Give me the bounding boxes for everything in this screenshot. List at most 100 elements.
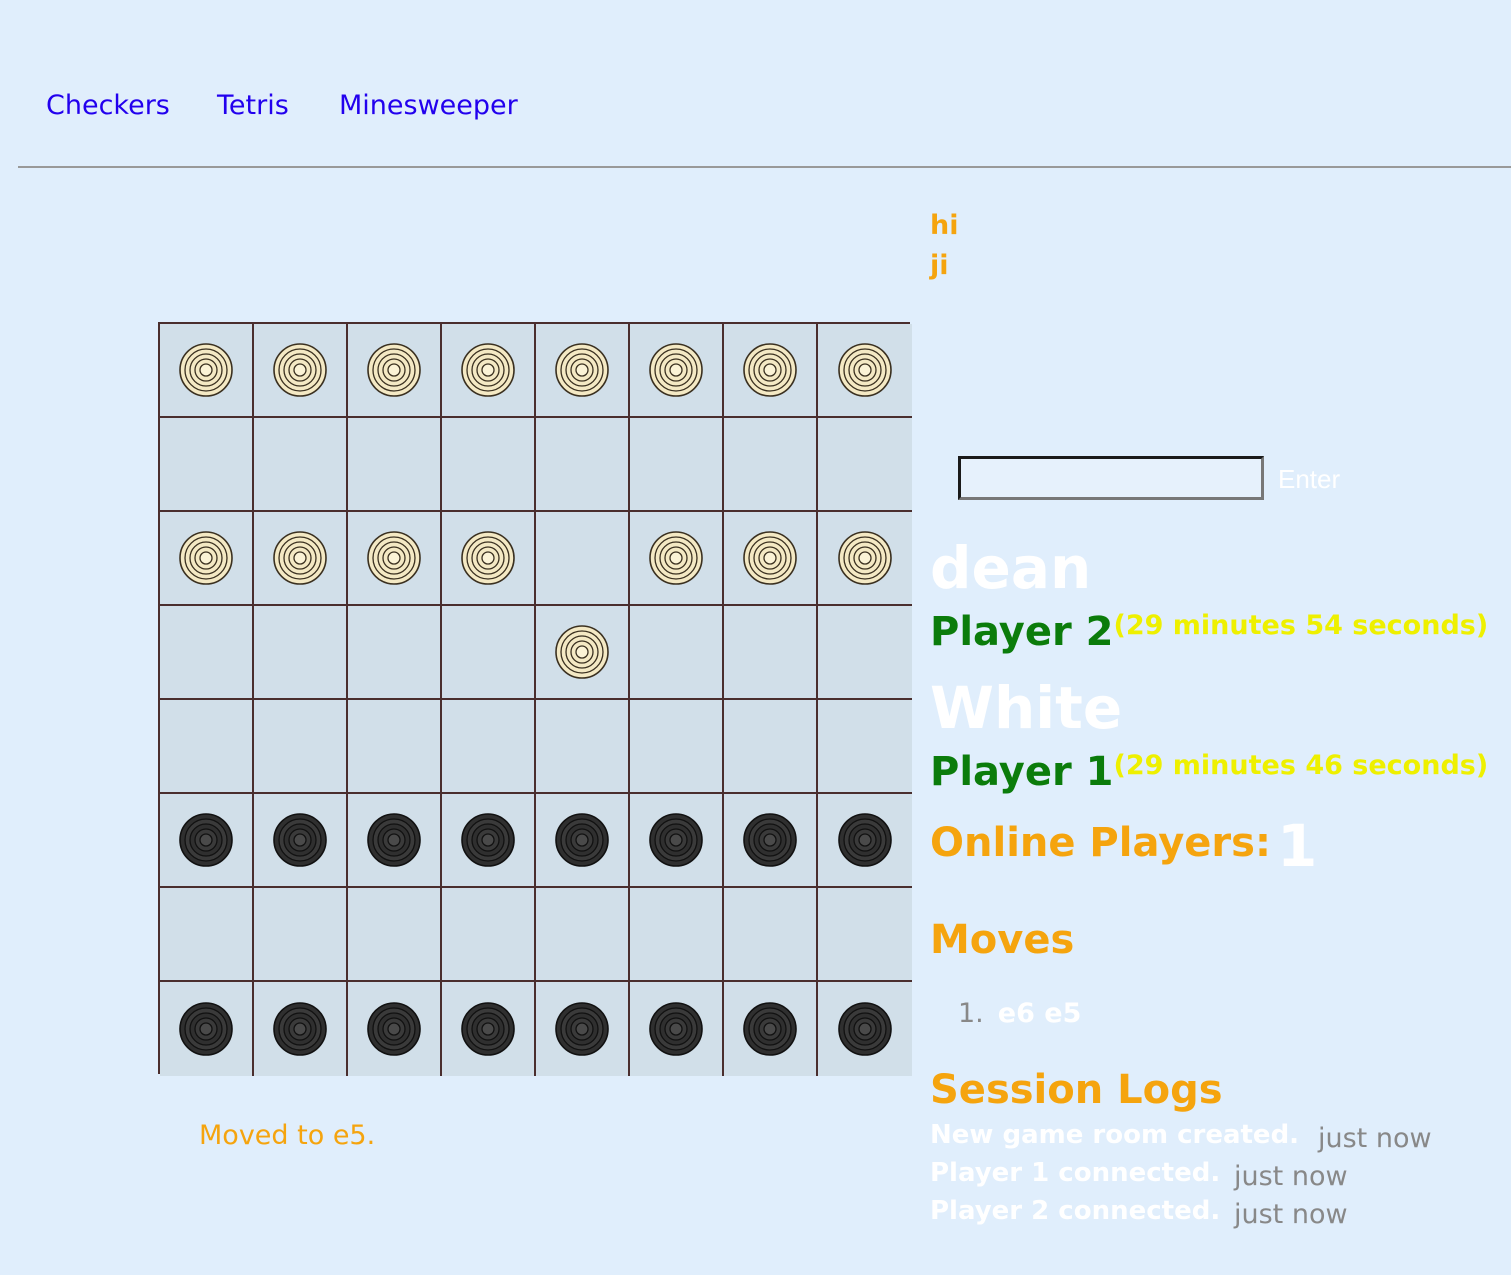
board-square-g6[interactable] (724, 512, 818, 606)
black-piece[interactable] (178, 1001, 234, 1057)
board-square-g3[interactable] (724, 794, 818, 888)
board-square-h3[interactable] (818, 794, 912, 888)
black-piece[interactable] (742, 812, 798, 868)
board-square-e1[interactable] (536, 982, 630, 1076)
board-square-h4[interactable] (818, 700, 912, 794)
white-piece[interactable] (554, 624, 610, 680)
black-piece[interactable] (837, 812, 893, 868)
black-piece[interactable] (460, 812, 516, 868)
board-square-h7[interactable] (818, 418, 912, 512)
board-square-g4[interactable] (724, 700, 818, 794)
board-square-c5[interactable] (348, 606, 442, 700)
board-square-g2[interactable] (724, 888, 818, 982)
board-square-d6[interactable] (442, 512, 536, 606)
black-piece[interactable] (837, 1001, 893, 1057)
black-piece[interactable] (554, 1001, 610, 1057)
board-square-e2[interactable] (536, 888, 630, 982)
black-piece[interactable] (742, 1001, 798, 1057)
board-square-c1[interactable] (348, 982, 442, 1076)
board-square-a3[interactable] (160, 794, 254, 888)
board-square-h1[interactable] (818, 982, 912, 1076)
board-square-a4[interactable] (160, 700, 254, 794)
white-piece[interactable] (648, 530, 704, 586)
enter-button[interactable]: Enter (1278, 462, 1340, 496)
board-square-d7[interactable] (442, 418, 536, 512)
board-square-c8[interactable] (348, 324, 442, 418)
white-piece[interactable] (742, 530, 798, 586)
white-piece[interactable] (837, 530, 893, 586)
board-square-c4[interactable] (348, 700, 442, 794)
white-piece[interactable] (460, 342, 516, 398)
board-square-h5[interactable] (818, 606, 912, 700)
white-piece[interactable] (837, 342, 893, 398)
black-piece[interactable] (366, 812, 422, 868)
black-piece[interactable] (648, 1001, 704, 1057)
board-square-e6[interactable] (536, 512, 630, 606)
board-square-a5[interactable] (160, 606, 254, 700)
nav-link-checkers[interactable]: Checkers (46, 88, 170, 124)
board-square-g5[interactable] (724, 606, 818, 700)
board-square-f8[interactable] (630, 324, 724, 418)
board-square-e3[interactable] (536, 794, 630, 888)
board-square-f2[interactable] (630, 888, 724, 982)
board-square-b2[interactable] (254, 888, 348, 982)
white-piece[interactable] (366, 530, 422, 586)
white-piece[interactable] (366, 342, 422, 398)
board-square-f6[interactable] (630, 512, 724, 606)
white-piece[interactable] (178, 530, 234, 586)
board-square-d2[interactable] (442, 888, 536, 982)
board-square-e8[interactable] (536, 324, 630, 418)
black-piece[interactable] (554, 812, 610, 868)
board-square-c3[interactable] (348, 794, 442, 888)
board-square-b3[interactable] (254, 794, 348, 888)
white-piece[interactable] (178, 342, 234, 398)
board-square-b6[interactable] (254, 512, 348, 606)
board-square-a8[interactable] (160, 324, 254, 418)
white-piece[interactable] (742, 342, 798, 398)
black-piece[interactable] (272, 812, 328, 868)
white-piece[interactable] (272, 342, 328, 398)
board-square-h8[interactable] (818, 324, 912, 418)
black-piece[interactable] (460, 1001, 516, 1057)
board-square-d5[interactable] (442, 606, 536, 700)
board-square-b4[interactable] (254, 700, 348, 794)
board-square-g7[interactable] (724, 418, 818, 512)
board-square-b8[interactable] (254, 324, 348, 418)
board-square-a1[interactable] (160, 982, 254, 1076)
board-square-c2[interactable] (348, 888, 442, 982)
board-square-f4[interactable] (630, 700, 724, 794)
white-piece[interactable] (272, 530, 328, 586)
board-square-b5[interactable] (254, 606, 348, 700)
board-square-d3[interactable] (442, 794, 536, 888)
board-square-e5[interactable] (536, 606, 630, 700)
white-piece[interactable] (460, 530, 516, 586)
board-square-g8[interactable] (724, 324, 818, 418)
white-piece[interactable] (648, 342, 704, 398)
board-square-c7[interactable] (348, 418, 442, 512)
board-square-f1[interactable] (630, 982, 724, 1076)
board-square-h6[interactable] (818, 512, 912, 606)
board-square-f5[interactable] (630, 606, 724, 700)
board-square-b1[interactable] (254, 982, 348, 1076)
board-square-e4[interactable] (536, 700, 630, 794)
chat-input[interactable] (958, 456, 1264, 500)
board-square-d8[interactable] (442, 324, 536, 418)
board-square-e7[interactable] (536, 418, 630, 512)
board-square-d4[interactable] (442, 700, 536, 794)
board-square-g1[interactable] (724, 982, 818, 1076)
board-square-a6[interactable] (160, 512, 254, 606)
nav-link-minesweeper[interactable]: Minesweeper (339, 88, 518, 124)
board-square-f3[interactable] (630, 794, 724, 888)
board-square-f7[interactable] (630, 418, 724, 512)
white-piece[interactable] (554, 342, 610, 398)
board-square-d1[interactable] (442, 982, 536, 1076)
black-piece[interactable] (648, 812, 704, 868)
board-square-h2[interactable] (818, 888, 912, 982)
board-square-c6[interactable] (348, 512, 442, 606)
board-square-b7[interactable] (254, 418, 348, 512)
nav-link-tetris[interactable]: Tetris (217, 88, 289, 124)
board-square-a2[interactable] (160, 888, 254, 982)
black-piece[interactable] (178, 812, 234, 868)
black-piece[interactable] (272, 1001, 328, 1057)
black-piece[interactable] (366, 1001, 422, 1057)
